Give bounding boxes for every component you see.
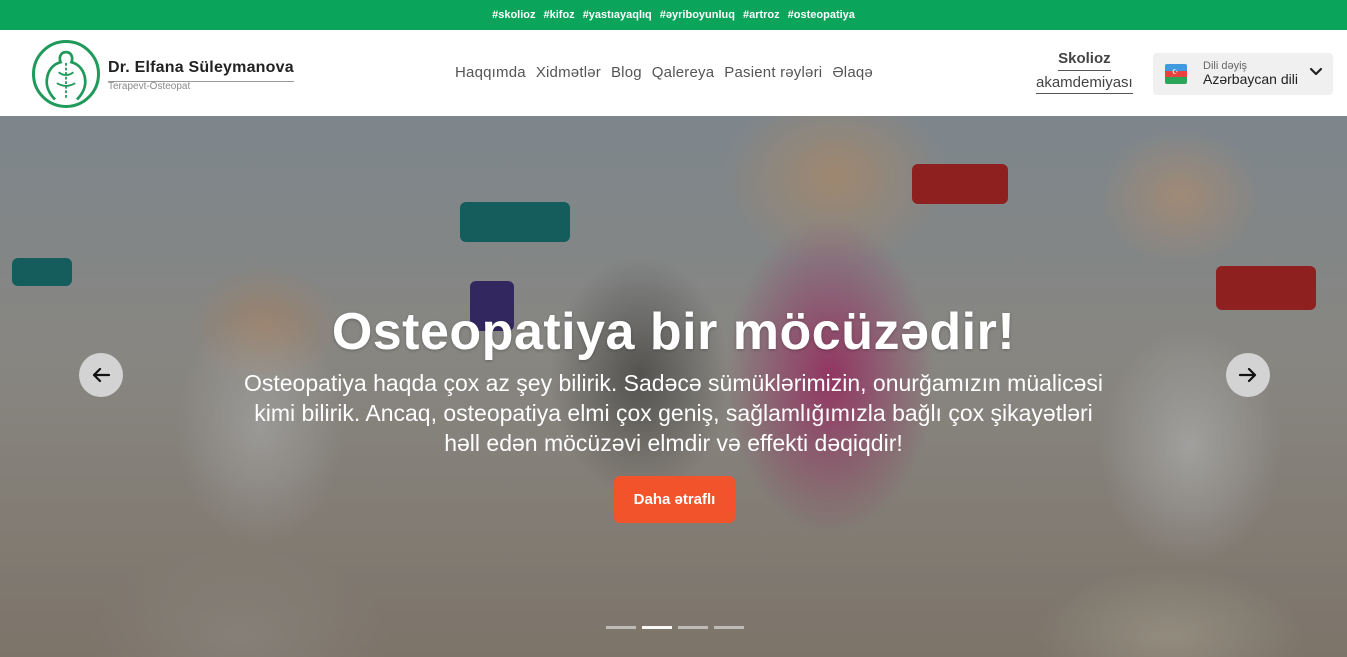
nav-item-elaqe[interactable]: Əlaqə: [832, 64, 873, 81]
hashtag-yastiayaqliq[interactable]: #yastıayaqlıq: [583, 9, 652, 21]
hashtag-osteopatiya[interactable]: #osteopatiya: [788, 9, 855, 21]
slider-indicator-2[interactable]: [642, 626, 672, 629]
language-current: Azərbaycan dili: [1203, 71, 1298, 88]
hero-title: Osteopatiya bir möcüzədir!: [331, 303, 1016, 361]
spine-logo-icon: [32, 40, 100, 108]
slider-prev-button[interactable]: [79, 353, 123, 397]
hero-text-line: Osteopatiya haqda çox az şey bilirik. Sa…: [243, 370, 1104, 396]
hashtag-skolioz[interactable]: #skolioz: [492, 9, 535, 21]
slider-indicator-4[interactable]: [714, 626, 744, 629]
academy-line2: akamdemiyası: [1036, 71, 1133, 94]
nav-item-qalereya[interactable]: Qalereya: [652, 64, 714, 81]
arrow-right-icon: [1238, 367, 1257, 383]
hashtag-kifoz[interactable]: #kifoz: [544, 9, 575, 21]
hero-text-line: kimi bilirik. Ancaq, osteopatiya elmi ço…: [254, 400, 1093, 426]
scoliosis-academy-link[interactable]: Skolioz akamdemiyası: [1036, 50, 1133, 94]
read-more-button[interactable]: Daha ətraflı: [614, 476, 735, 523]
brand-name: Dr. Elfana Süleymanova: [108, 59, 294, 82]
slider-indicators: [606, 626, 744, 629]
nav-item-pasient-reyleri[interactable]: Pasient rəyləri: [724, 64, 822, 81]
nav-item-haqqimda[interactable]: Haqqımda: [455, 64, 526, 81]
slider-indicator-3[interactable]: [678, 626, 708, 629]
brand-logo-link[interactable]: Dr. Elfana Süleymanova Terapevt-Osteopat: [32, 40, 294, 108]
hero-description: Osteopatiya haqda çox az şey bilirik. Sa…: [200, 368, 1147, 458]
arrow-left-icon: [92, 367, 111, 383]
slider-indicator-1[interactable]: [606, 626, 636, 629]
nav-item-blog[interactable]: Blog: [611, 64, 642, 81]
hashtag-artroz[interactable]: #artroz: [743, 9, 780, 21]
academy-line1: Skolioz: [1058, 50, 1111, 71]
hashtag-eyriboyunluq[interactable]: #əyriboyunluq: [660, 9, 735, 21]
hero-slider: Osteopatiya bir möcüzədir! Osteopatiya h…: [0, 116, 1347, 657]
chevron-down-icon: [1309, 67, 1323, 76]
nav-item-xidmetler[interactable]: Xidmətlər: [536, 64, 601, 81]
azerbaijan-flag-icon: [1165, 64, 1187, 84]
hashtag-bar: #skolioz #kifoz #yastıayaqlıq #əyriboyun…: [0, 0, 1347, 30]
slider-next-button[interactable]: [1226, 353, 1270, 397]
hero-text-line: həll edən möcüzəvi elmdir və effekti dəq…: [444, 430, 903, 456]
brand-subtitle: Terapevt-Osteopat: [108, 80, 191, 92]
site-header: Dr. Elfana Süleymanova Terapevt-Osteopat…: [0, 30, 1347, 116]
main-nav: Haqqımda Xidmətlər Blog Qalereya Pasient…: [455, 64, 873, 81]
language-selector[interactable]: Dili dəyiş Azərbaycan dili: [1153, 53, 1333, 95]
